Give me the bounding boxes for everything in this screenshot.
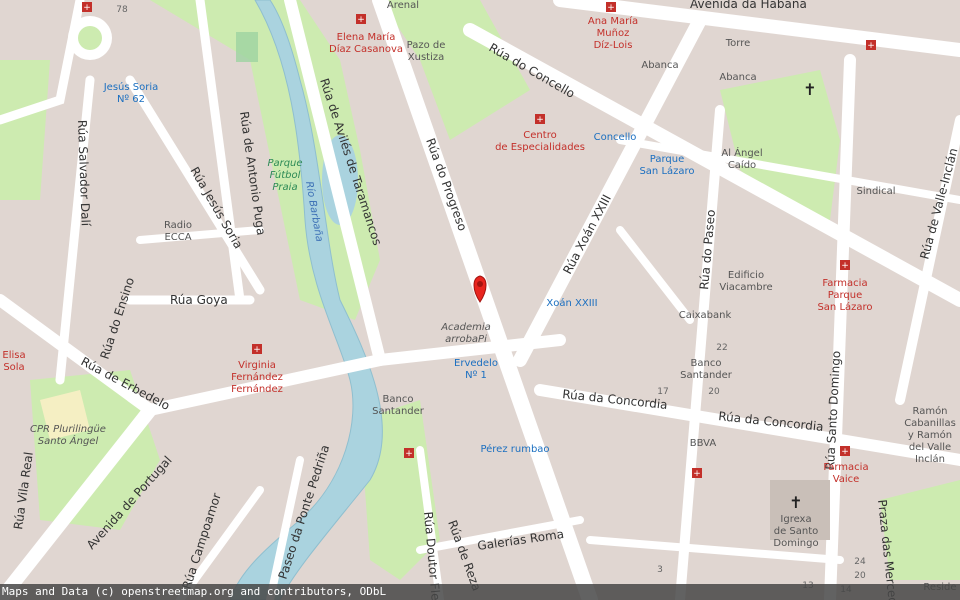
svg-text:+: + xyxy=(693,469,701,479)
poi-label: Díz-Lois xyxy=(594,39,633,51)
house-number: 78 xyxy=(116,5,128,15)
poi-label: Fernández xyxy=(231,371,283,383)
poi-label: Banco xyxy=(691,358,722,369)
poi-label: Centro xyxy=(523,130,556,141)
poi-label: Abanca xyxy=(719,72,756,83)
house-number: 20 xyxy=(708,387,720,397)
map-canvas[interactable]: + + + + + + + + + + ✝ ✝ Avenida da Haban… xyxy=(0,0,960,600)
house-number: 20 xyxy=(854,571,866,581)
poi-label: Concello xyxy=(594,132,637,143)
poi-label: Vaice xyxy=(833,474,860,485)
svg-text:+: + xyxy=(405,449,413,459)
poi-label: Parque xyxy=(650,154,684,165)
svg-text:✝: ✝ xyxy=(789,493,802,512)
poi-label: Academia xyxy=(440,322,491,333)
poi-label: Sola xyxy=(3,362,24,373)
poi-label: Santander xyxy=(680,370,733,381)
poi-label: Xustiza xyxy=(408,52,444,63)
poi-label: Igrexa xyxy=(780,514,811,525)
poi-label: Ramón xyxy=(912,405,947,417)
svg-text:+: + xyxy=(841,447,849,457)
poi-label: Caixabank xyxy=(679,310,732,321)
house-number: 3 xyxy=(657,565,663,575)
poi-label: Domingo xyxy=(773,538,818,549)
poi-label: Nº 62 xyxy=(117,94,145,105)
poi-label: Farmacia xyxy=(822,278,867,289)
poi-label: Parque xyxy=(267,158,302,169)
svg-text:+: + xyxy=(607,3,615,13)
poi-label: Banco xyxy=(383,394,414,405)
poi-label: Al Ángel xyxy=(721,146,762,159)
poi-label: San Lázaro xyxy=(817,301,872,313)
poi-label: ECCA xyxy=(164,232,191,243)
poi-label: Fernández xyxy=(231,383,283,395)
poi-label: Xoán XXIII xyxy=(546,297,597,309)
poi-label: Elena María xyxy=(337,31,396,43)
svg-text:✝: ✝ xyxy=(803,80,816,99)
poi-label: Radio xyxy=(164,220,192,231)
street-label: Avenida da Habana xyxy=(690,0,807,11)
poi-label: Muñoz xyxy=(597,28,630,39)
attribution-bar: Maps and Data (c) openstreetmap.org and … xyxy=(0,584,960,600)
poi-label: Virginia xyxy=(238,360,276,371)
poi-label: BBVA xyxy=(690,438,717,449)
poi-label: Nº 1 xyxy=(465,370,487,381)
poi-label: Ervedelo xyxy=(454,358,498,369)
house-number: 22 xyxy=(716,343,727,353)
poi-label: Jesús Soria xyxy=(103,81,159,93)
attribution-text: Maps and Data (c) openstreetmap.org and … xyxy=(2,585,387,598)
poi-label: Díaz Casanova xyxy=(329,43,403,55)
svg-text:+: + xyxy=(536,115,544,125)
poi-label: Fútbol xyxy=(270,169,301,181)
poi-label: Sindical xyxy=(857,186,896,197)
poi-label: y Ramón xyxy=(908,429,952,441)
poi-label: Praia xyxy=(272,182,297,193)
poi-label: Caído xyxy=(728,159,756,171)
poi-label: del Valle xyxy=(909,442,951,453)
poi-label: Santander xyxy=(372,406,425,417)
poi-label: Viacambre xyxy=(719,282,772,293)
poi-label: Santo Ángel xyxy=(38,434,99,447)
map-layer: + + + + + + + + + + ✝ ✝ Avenida da Haban… xyxy=(0,0,960,600)
poi-label: Inclán xyxy=(915,453,945,465)
poi-label: Ana María xyxy=(588,15,638,27)
poi-label: Arenal xyxy=(387,0,419,11)
poi-label: arrobaPi xyxy=(445,334,487,345)
svg-text:+: + xyxy=(867,41,875,51)
poi-label: Elisa xyxy=(2,350,25,361)
poi-label: Farmacia xyxy=(823,462,868,473)
svg-text:+: + xyxy=(83,3,91,13)
poi-label: Cabanillas xyxy=(904,418,956,429)
svg-text:+: + xyxy=(357,15,365,25)
svg-text:+: + xyxy=(841,261,849,271)
poi-label: CPR Plurilingüe xyxy=(30,424,106,435)
svg-text:+: + xyxy=(253,345,261,355)
poi-label: Parque xyxy=(828,290,862,301)
poi-label: Pazo de xyxy=(407,40,446,51)
poi-label: de Santo xyxy=(774,526,819,537)
poi-label: Torre xyxy=(725,38,751,49)
poi-label: San Lázaro xyxy=(639,165,694,177)
house-number: 24 xyxy=(854,557,866,567)
house-number: 17 xyxy=(657,387,668,397)
poi-label: Edificio xyxy=(728,270,764,281)
street-label: Rúa Goya xyxy=(170,293,228,307)
poi-label: Pérez rumbao xyxy=(480,443,549,455)
poi-label: Abanca xyxy=(641,60,678,71)
poi-label: de Especialidades xyxy=(495,142,585,153)
